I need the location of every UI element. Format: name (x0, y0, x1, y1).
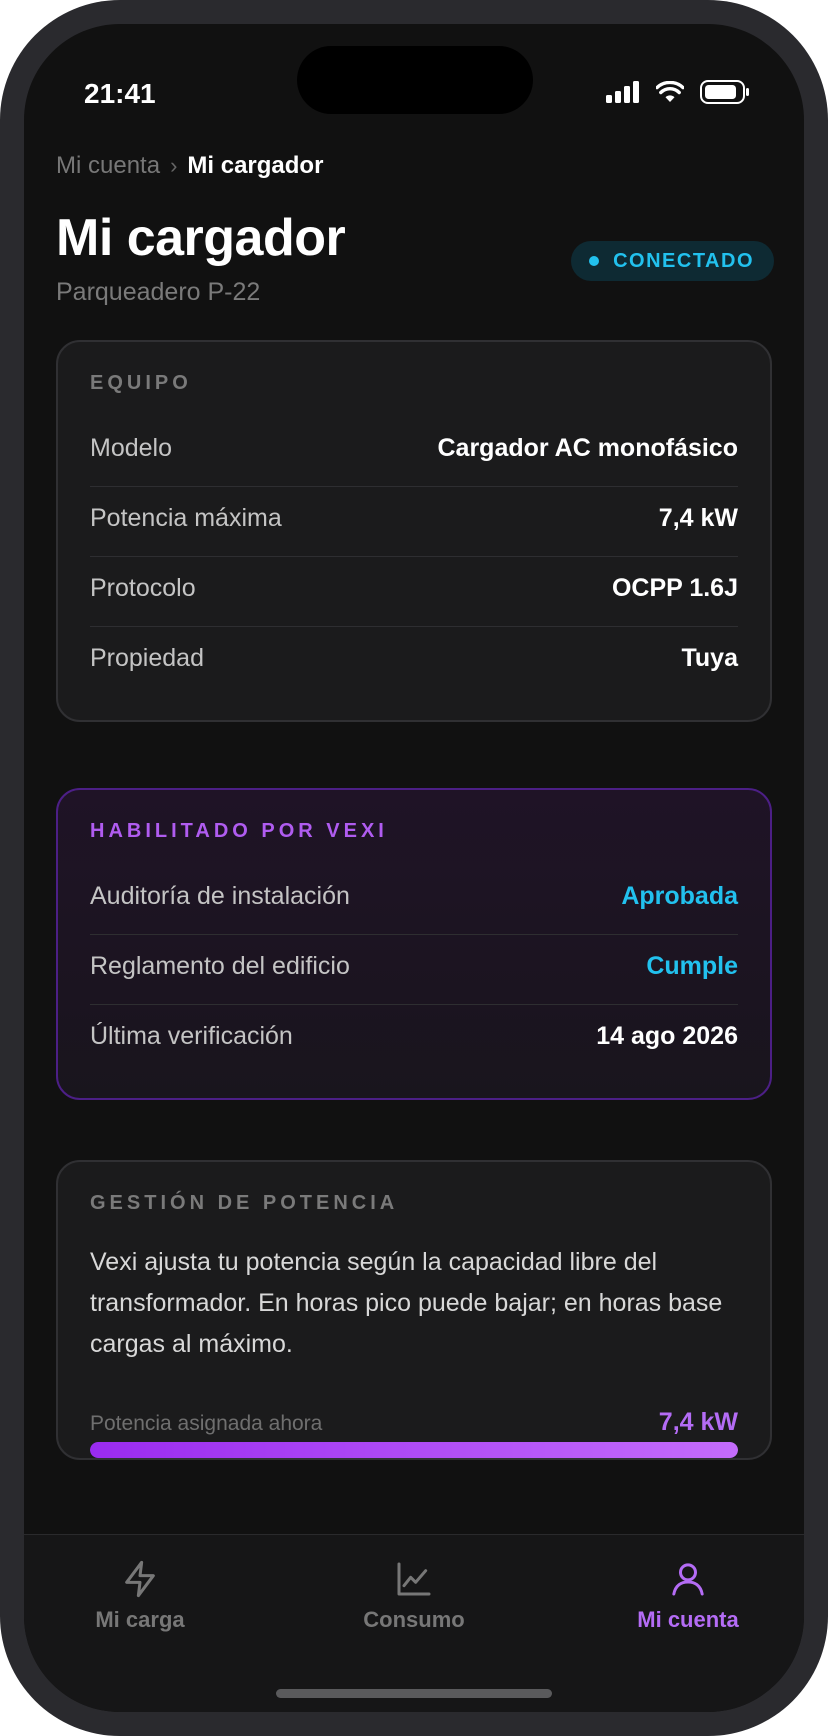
breadcrumb-current: Mi cargador (187, 152, 324, 179)
row-value: OCPP 1.6J (611, 573, 738, 602)
row-value: Tuya (681, 644, 739, 672)
home-indicator[interactable] (276, 1689, 552, 1698)
tab-mi-carga[interactable]: Mi carga (30, 1559, 250, 1633)
battery-icon (700, 80, 749, 104)
power-bar-fill (90, 1442, 738, 1458)
equipo-row-modelo: Modelo Cargador AC monofásico (90, 410, 738, 487)
row-value: Aprobada (621, 881, 738, 910)
status-time: 21:41 (84, 78, 156, 109)
power-bar (90, 1442, 738, 1458)
page-subtitle: Parqueadero P-22 (56, 278, 261, 306)
row-value: Cargador AC monofásico (437, 433, 738, 462)
vexi-card: HABILITADO POR VEXI Auditoría de instala… (56, 788, 772, 1100)
gestion-card: GESTIÓN DE POTENCIA Vexi ajusta tu poten… (56, 1160, 772, 1460)
power-label: Potencia asignada ahora (90, 1412, 323, 1435)
phone-frame: 21:41 Mi cuenta › Mi cargador Mi cargado… (0, 0, 828, 1736)
row-key: Potencia máxima (90, 503, 282, 532)
row-value: Cumple (646, 951, 738, 980)
row-key: Protocolo (90, 573, 196, 602)
equipo-card-label: EQUIPO (90, 372, 192, 394)
user-icon (672, 1563, 704, 1596)
row-key: Última verificación (90, 1022, 293, 1050)
row-key: Propiedad (90, 644, 204, 672)
equipo-row-propiedad: Propiedad Tuya (90, 620, 738, 697)
wifi-icon (656, 81, 684, 102)
equipo-card: EQUIPO Modelo Cargador AC monofásico Pot… (56, 340, 772, 722)
row-value: 7,4 kW (658, 503, 738, 532)
status-icons (606, 80, 750, 104)
bolt-icon (125, 1560, 155, 1598)
breadcrumb-separator: › (170, 153, 178, 178)
breadcrumb: Mi cuenta › Mi cargador (56, 152, 323, 180)
status-badge-label: CONECTADO (613, 249, 754, 272)
status-badge: CONECTADO (571, 241, 774, 281)
tab-bar: Mi carga Consumo Mi cuenta (24, 1534, 804, 1712)
page-title: Mi cargador (56, 209, 346, 267)
dynamic-island (297, 46, 533, 114)
equipo-row-potencia: Potencia máxima 7,4 kW (90, 480, 738, 557)
row-key: Modelo (90, 433, 172, 462)
tab-label: Mi carga (95, 1607, 185, 1632)
tab-label: Consumo (363, 1607, 465, 1632)
vexi-row-reglamento: Reglamento del edificio Cumple (90, 928, 738, 1005)
breadcrumb-parent[interactable]: Mi cuenta (56, 152, 160, 180)
tab-label: Mi cuenta (637, 1607, 739, 1632)
vexi-card-label: HABILITADO POR VEXI (90, 820, 388, 842)
signal-icon (606, 81, 639, 103)
tab-consumo[interactable]: Consumo (304, 1559, 524, 1633)
equipo-row-protocolo: Protocolo OCPP 1.6J (90, 550, 738, 627)
row-key: Auditoría de instalación (90, 881, 350, 910)
vexi-row-auditoria: Auditoría de instalación Aprobada (90, 858, 738, 935)
row-value: 14 ago 2026 (596, 1022, 738, 1050)
row-key: Reglamento del edificio (90, 951, 350, 980)
gestion-description: Vexi ajusta tu potencia según la capacid… (90, 1248, 723, 1358)
gestion-card-label: GESTIÓN DE POTENCIA (90, 1192, 399, 1214)
power-value: 7,4 kW (658, 1408, 738, 1436)
vexi-row-verificacion: Última verificación 14 ago 2026 (90, 998, 738, 1075)
tab-mi-cuenta[interactable]: Mi cuenta (578, 1559, 798, 1633)
chart-icon (397, 1562, 431, 1596)
screen: 21:41 Mi cuenta › Mi cargador Mi cargado… (24, 24, 804, 1712)
status-dot-icon (589, 256, 600, 266)
